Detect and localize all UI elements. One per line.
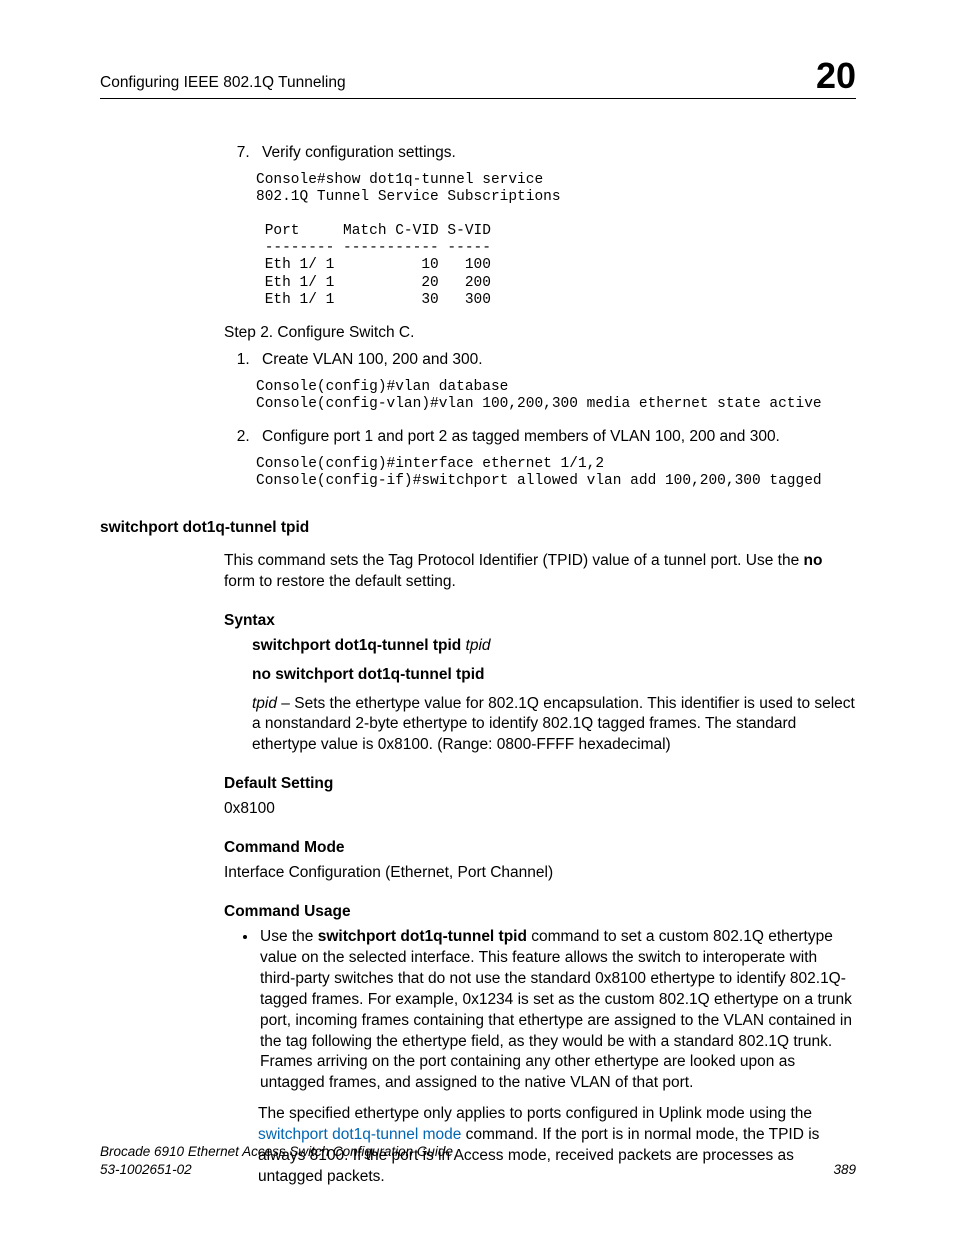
syntax-line: switchport dot1q-tunnel tpid tpid	[252, 636, 856, 657]
list-item: Verify configuration settings.	[254, 143, 856, 164]
list-item: Configure port 1 and port 2 as tagged me…	[254, 427, 856, 448]
default-setting-heading: Default Setting	[224, 774, 856, 795]
command-usage-heading: Command Usage	[224, 902, 856, 923]
cross-reference-link[interactable]: switchport dot1q-tunnel mode	[258, 1126, 461, 1143]
usage-bullet: Use the switchport dot1q-tunnel tpid com…	[258, 927, 856, 1094]
command-mode-value: Interface Configuration (Ethernet, Port …	[224, 863, 856, 884]
console-output: Console(config)#interface ethernet 1/1,2…	[106, 456, 856, 490]
page-number: 389	[833, 1161, 856, 1179]
console-output: Console#show dot1q-tunnel service 802.1Q…	[106, 172, 856, 309]
footer-left: Brocade 6910 Ethernet Access Switch Conf…	[100, 1143, 453, 1179]
console-output: Console(config)#vlan database Console(co…	[106, 379, 856, 413]
chapter-number: 20	[816, 58, 856, 94]
command-description: This command sets the Tag Protocol Ident…	[224, 551, 856, 593]
syntax-heading: Syntax	[224, 611, 856, 632]
parameter-description: tpid – Sets the ethertype value for 802.…	[252, 694, 856, 757]
running-header-left: Configuring IEEE 802.1Q Tunneling	[100, 73, 346, 94]
default-setting-value: 0x8100	[224, 799, 856, 820]
command-name: switchport dot1q-tunnel tpid	[100, 518, 856, 539]
step-heading: Step 2. Configure Switch C.	[224, 323, 856, 344]
syntax-line: no switchport dot1q-tunnel tpid	[252, 665, 856, 686]
list-item: Create VLAN 100, 200 and 300.	[254, 350, 856, 371]
header-rule	[100, 98, 856, 99]
command-mode-heading: Command Mode	[224, 838, 856, 859]
